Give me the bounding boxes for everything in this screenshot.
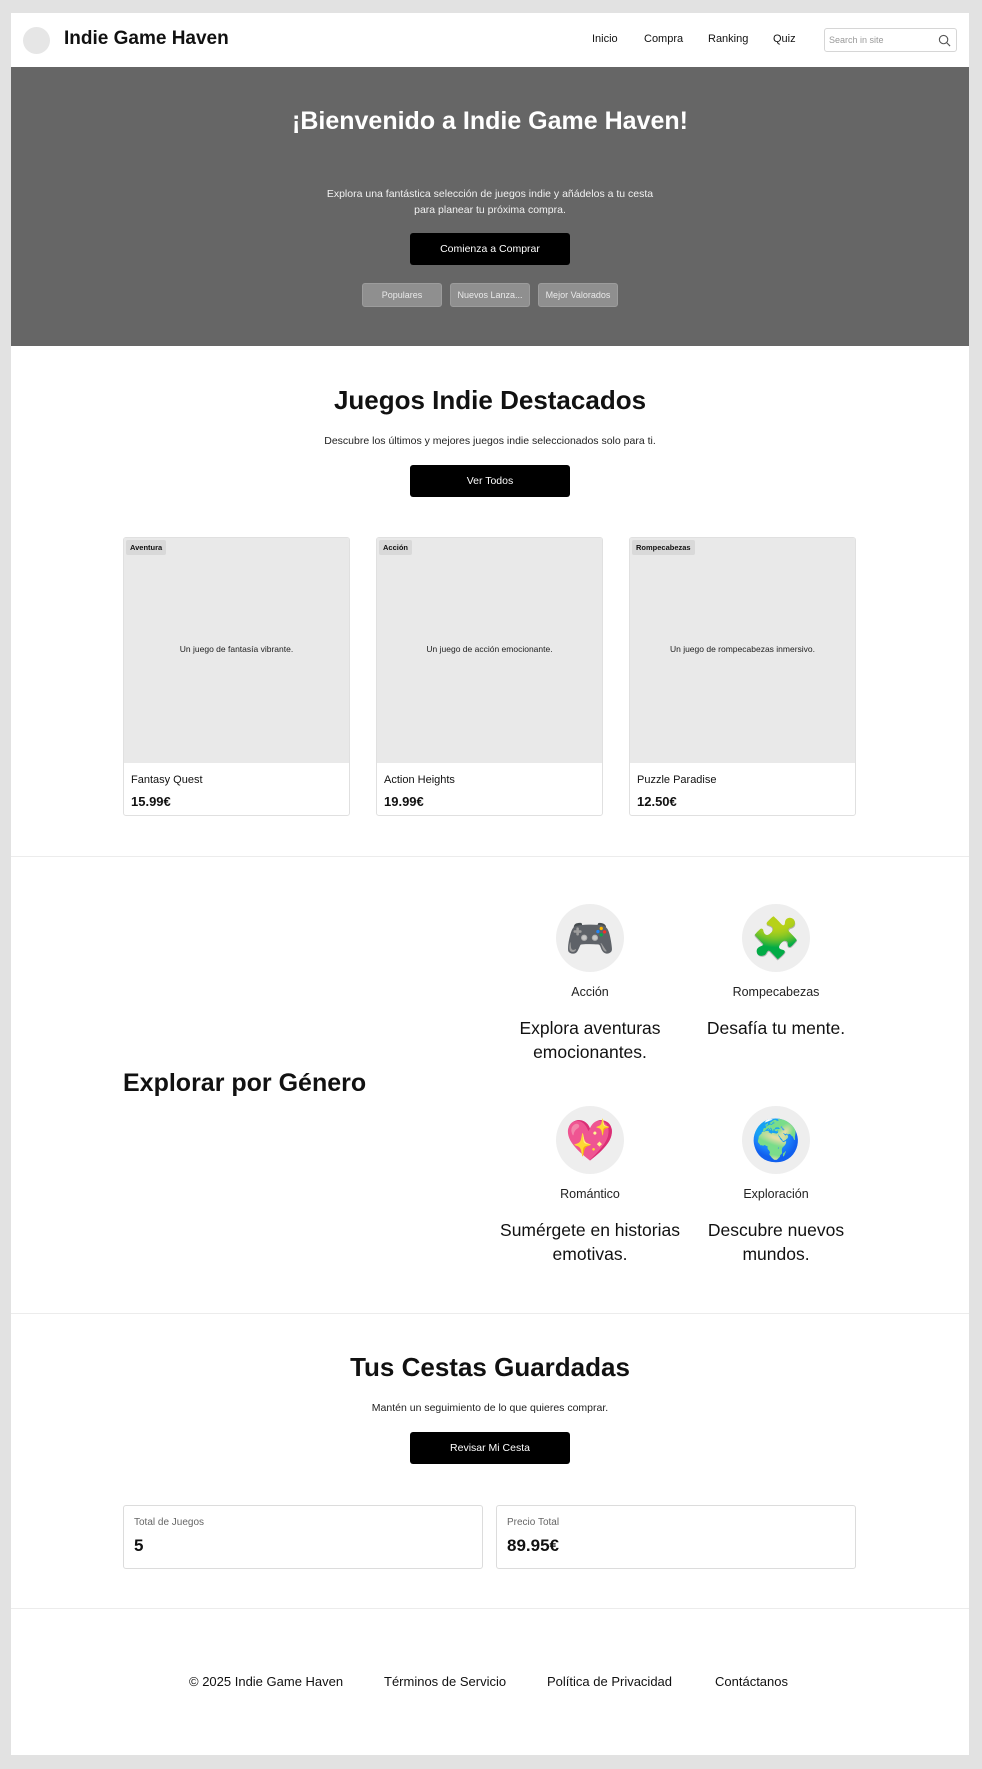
game-price: 12.50€ (637, 794, 677, 809)
section-divider (11, 1608, 969, 1609)
genre-description: Explora aventuras emocionantes. (519, 1018, 661, 1062)
game-price: 15.99€ (131, 794, 171, 809)
game-name: Puzzle Paradise (637, 774, 717, 786)
puzzle-piece-icon[interactable]: 🧩 (742, 904, 810, 972)
game-card-fantasy-quest[interactable]: Aventura Un juego de fantasía vibrante. … (123, 537, 350, 816)
footer-contact-link[interactable]: Contáctanos (715, 1674, 788, 1689)
search-icon[interactable] (938, 34, 951, 47)
game-description: Un juego de rompecabezas inmersivo. (669, 644, 816, 654)
genre-description: Sumérgete en historias emotivas. (500, 1220, 680, 1264)
nav-ranking[interactable]: Ranking (708, 33, 748, 45)
nav-compra[interactable]: Compra (644, 33, 683, 45)
genre-description: Descubre nuevos mundos. (707, 1220, 845, 1264)
site-header: Indie Game Haven Inicio Compra Ranking Q… (11, 13, 969, 67)
nav-quiz[interactable]: Quiz (773, 33, 796, 45)
nav-inicio[interactable]: Inicio (592, 33, 618, 45)
section-divider (11, 856, 969, 857)
game-price: 19.99€ (384, 794, 424, 809)
footer-terms-link[interactable]: Términos de Servicio (384, 1674, 506, 1689)
genre-badge: Rompecabezas (632, 540, 695, 555)
baskets-subtitle: Mantén un seguimiento de lo que quieres … (371, 1402, 609, 1414)
game-description: Un juego de fantasía vibrante. (179, 644, 294, 654)
baskets-title: Tus Cestas Guardadas (350, 1352, 630, 1382)
stat-total-games: Total de Juegos 5 (123, 1505, 483, 1569)
stat-label: Precio Total (507, 1517, 560, 1528)
game-description: Un juego de acción emocionante. (426, 644, 553, 654)
game-image: Rompecabezas Un juego de rompecabezas in… (630, 538, 855, 763)
page: Indie Game Haven Inicio Compra Ranking Q… (11, 13, 969, 1755)
stat-label: Total de Juegos (134, 1517, 205, 1528)
globe-icon[interactable]: 🌍 (742, 1106, 810, 1174)
review-basket-button[interactable]: Revisar Mi Cesta (410, 1432, 570, 1464)
stat-total-price: Precio Total 89.95€ (496, 1505, 856, 1569)
game-name: Fantasy Quest (131, 774, 203, 786)
featured-subtitle: Descubre los últimos y mejores juegos in… (324, 435, 656, 447)
stat-value: 89.95€ (507, 1536, 559, 1555)
start-shopping-button[interactable]: Comienza a Comprar (410, 233, 570, 265)
game-controller-icon[interactable]: 🎮 (556, 904, 624, 972)
genre-name-romantico[interactable]: Romántico (490, 1187, 690, 1201)
filter-nuevos-lanzamientos[interactable]: Nuevos Lanza... (450, 283, 530, 307)
game-image: Acción Un juego de acción emocionante. (377, 538, 602, 763)
view-all-button[interactable]: Ver Todos (410, 465, 570, 497)
game-card-puzzle-paradise[interactable]: Rompecabezas Un juego de rompecabezas in… (629, 537, 856, 816)
filter-populares[interactable]: Populares (362, 283, 442, 307)
footer-privacy-link[interactable]: Política de Privacidad (547, 1674, 672, 1689)
search-input[interactable] (829, 32, 929, 48)
game-image: Aventura Un juego de fantasía vibrante. (124, 538, 349, 763)
game-card-action-heights[interactable]: Acción Un juego de acción emocionante. A… (376, 537, 603, 816)
search-box (824, 28, 957, 52)
hero-banner: ¡Bienvenido a Indie Game Haven! Explora … (11, 67, 969, 346)
hero-title: ¡Bienvenido a Indie Game Haven! (292, 107, 688, 135)
genre-name-rompecabezas[interactable]: Rompecabezas (676, 985, 876, 999)
genre-name-exploracion[interactable]: Exploración (676, 1187, 876, 1201)
genre-name-accion[interactable]: Acción (490, 985, 690, 999)
stat-value: 5 (134, 1536, 144, 1555)
footer-copyright: © 2025 Indie Game Haven (189, 1674, 344, 1689)
genre-description: Desafía tu mente. (706, 1018, 846, 1038)
section-divider (11, 1313, 969, 1314)
genres-title: Explorar por Género (123, 1069, 367, 1097)
genre-badge: Aventura (126, 540, 167, 555)
sparkling-heart-icon[interactable]: 💖 (556, 1106, 624, 1174)
hero-subtitle: Explora una fantástica selección de jueg… (326, 188, 654, 216)
filter-mejor-valorados[interactable]: Mejor Valorados (538, 283, 618, 307)
featured-title: Juegos Indie Destacados (333, 385, 647, 415)
game-name: Action Heights (384, 774, 455, 786)
genre-badge: Acción (379, 540, 413, 555)
